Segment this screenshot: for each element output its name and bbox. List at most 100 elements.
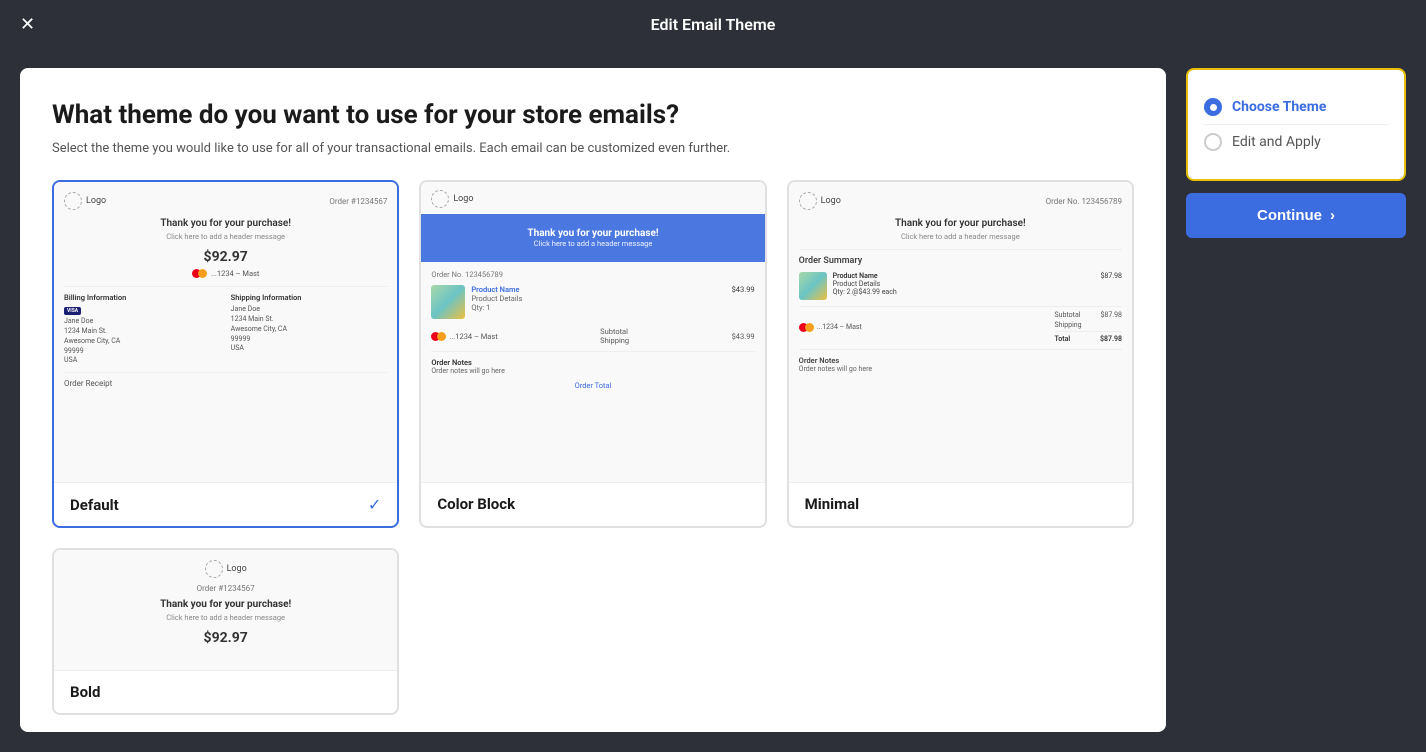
step-choose-theme[interactable]: Choose Theme xyxy=(1204,90,1388,124)
cb-order-notes-label: Order Notes xyxy=(431,358,754,367)
default-biller-addr1: 1234 Main St. xyxy=(64,327,221,337)
min-product-qty: Qty: 2 @$43.99 each xyxy=(833,288,1095,296)
steps-card: Choose Theme Edit and Apply xyxy=(1186,68,1406,181)
cb-product-details: Product Details xyxy=(471,294,725,303)
cb-shipping-label: Shipping xyxy=(600,336,629,345)
cb-product-row: Product Name Product Details Qty: 1 $43.… xyxy=(431,285,754,319)
step-edit-apply[interactable]: Edit and Apply xyxy=(1204,124,1388,159)
default-title: Thank you for your purchase! xyxy=(64,218,387,229)
min-product-info: Product Name Product Details Qty: 2 @$43… xyxy=(833,272,1095,296)
left-panel: What theme do you want to use for your s… xyxy=(20,68,1166,732)
default-ship-name: Jane Doe xyxy=(231,305,388,315)
bold-amount: $92.97 xyxy=(64,630,387,646)
right-panel: Choose Theme Edit and Apply Continue › xyxy=(1186,68,1406,732)
min-shipping-label: Shipping xyxy=(1055,321,1082,329)
theme-preview-default: Logo Order #1234567 Thank you for your p… xyxy=(54,182,397,482)
default-ship-zip: 99999 xyxy=(231,335,388,345)
min-logo-text: Logo xyxy=(821,196,841,206)
continue-arrow: › xyxy=(1330,207,1335,224)
step-label-edit-apply: Edit and Apply xyxy=(1232,134,1321,150)
color-block-label-bar: Color Block xyxy=(421,482,764,525)
default-subtitle: Click here to add a header message xyxy=(64,232,387,241)
cb-order-total: Order Total xyxy=(431,381,754,390)
continue-button[interactable]: Continue › xyxy=(1186,193,1406,238)
theme-card-minimal[interactable]: Logo Order No. 123456789 Thank you for y… xyxy=(787,180,1134,528)
theme-preview-color-block: Logo Thank you for your purchase! Click … xyxy=(421,182,764,482)
cb-order-notes-text: Order notes will go here xyxy=(431,367,754,375)
cb-product-qty: Qty: 1 xyxy=(471,303,725,312)
main-content: What theme do you want to use for your s… xyxy=(0,48,1426,752)
cb-order-num: Order No. 123456789 xyxy=(431,270,754,279)
cb-banner-sub: Click here to add a header message xyxy=(429,239,756,248)
cb-payment-row: ...1234 – Mast Subtotal Shipping $43.99 xyxy=(431,327,754,345)
default-ship-city: Awesome City, CA xyxy=(231,325,388,335)
default-biller-zip: 99999 xyxy=(64,347,221,357)
step-label-choose-theme: Choose Theme xyxy=(1232,99,1326,115)
minimal-label-bar: Minimal xyxy=(789,482,1132,525)
min-notes-text: Order notes will go here xyxy=(799,365,1122,373)
default-logo-text: Logo xyxy=(86,196,106,206)
min-product-row: Product Name Product Details Qty: 2 @$43… xyxy=(799,272,1122,300)
min-subtitle: Click here to add a header message xyxy=(799,232,1122,241)
visa-badge: VISA xyxy=(64,307,81,315)
min-total-label: Total xyxy=(1055,335,1071,343)
min-product-price: $87.98 xyxy=(1100,272,1122,280)
min-product-image xyxy=(799,272,827,300)
min-subtotal-value: $87.98 xyxy=(1100,311,1122,319)
top-bar: ✕ Edit Email Theme xyxy=(0,0,1426,48)
theme-preview-bold: Logo Order #1234567 Thank you for your p… xyxy=(54,550,397,670)
cb-product-info: Product Name Product Details Qty: 1 xyxy=(471,285,725,312)
cb-product-name: Product Name xyxy=(471,285,725,294)
default-label-bar: Default ✓ xyxy=(54,482,397,526)
bold-subtitle: Click here to add a header message xyxy=(64,613,387,622)
min-product-details: Product Details xyxy=(833,280,1095,288)
min-order-num: Order No. 123456789 xyxy=(1046,197,1122,206)
min-total-value: $87.98 xyxy=(1100,335,1122,343)
theme-card-default[interactable]: Logo Order #1234567 Thank you for your p… xyxy=(52,180,399,528)
theme-preview-minimal: Logo Order No. 123456789 Thank you for y… xyxy=(789,182,1132,482)
default-order-num: Order #1234567 xyxy=(329,197,387,206)
min-order-summary: Order Summary xyxy=(799,256,1122,266)
continue-label: Continue xyxy=(1257,207,1322,224)
minimal-label: Minimal xyxy=(805,495,859,513)
page-heading: What theme do you want to use for your s… xyxy=(52,100,1134,131)
step-radio-edit-apply xyxy=(1204,133,1222,151)
page-subheading: Select the theme you would like to use f… xyxy=(52,141,1134,156)
min-subtotal-label: Subtotal xyxy=(1055,311,1081,319)
default-check-icon: ✓ xyxy=(368,495,381,514)
default-label: Default xyxy=(70,496,119,514)
bold-logo-text: Logo xyxy=(227,564,247,574)
cb-logo-text: Logo xyxy=(453,194,473,204)
bold-label: Bold xyxy=(70,683,100,701)
default-biller-name: Jane Doe xyxy=(64,317,221,327)
bold-label-bar: Bold xyxy=(54,670,397,713)
bold-title: Thank you for your purchase! xyxy=(64,599,387,610)
cb-banner: Thank you for your purchase! Click here … xyxy=(421,214,764,262)
cb-subtotal-label: Subtotal xyxy=(600,327,629,336)
billing-label: Billing Information xyxy=(64,293,221,302)
default-receipt-label: Order Receipt xyxy=(64,379,387,388)
default-amount: $92.97 xyxy=(64,249,387,265)
step-radio-choose-theme xyxy=(1204,98,1222,116)
theme-card-bold[interactable]: Logo Order #1234567 Thank you for your p… xyxy=(52,548,399,715)
color-block-label: Color Block xyxy=(437,495,515,513)
theme-card-color-block[interactable]: Logo Thank you for your purchase! Click … xyxy=(419,180,766,528)
min-card-info: ...1234 – Mast xyxy=(817,323,862,331)
cb-subtotal-value: $43.99 xyxy=(732,332,755,341)
default-biller-country: USA xyxy=(64,356,221,366)
default-card-info: ...1234 – Mast xyxy=(64,269,387,278)
cb-banner-title: Thank you for your purchase! xyxy=(429,228,756,239)
cb-product-image xyxy=(431,285,465,319)
close-button[interactable]: ✕ xyxy=(20,14,35,35)
modal-title: Edit Email Theme xyxy=(651,15,776,34)
min-notes-label: Order Notes xyxy=(799,356,1122,365)
min-title: Thank you for your purchase! xyxy=(799,218,1122,229)
shipping-label: Shipping Information xyxy=(231,293,388,302)
min-payment-row: ...1234 – Mast Subtotal $87.98 Shipping xyxy=(799,306,1122,343)
bold-order-num: Order #1234567 xyxy=(64,584,387,593)
min-product-name: Product Name xyxy=(833,272,1095,280)
default-ship-country: USA xyxy=(231,344,388,354)
default-biller-city: Awesome City, CA xyxy=(64,337,221,347)
default-ship-addr1: 1234 Main St. xyxy=(231,315,388,325)
cb-card-info: ...1234 – Mast xyxy=(449,332,497,341)
